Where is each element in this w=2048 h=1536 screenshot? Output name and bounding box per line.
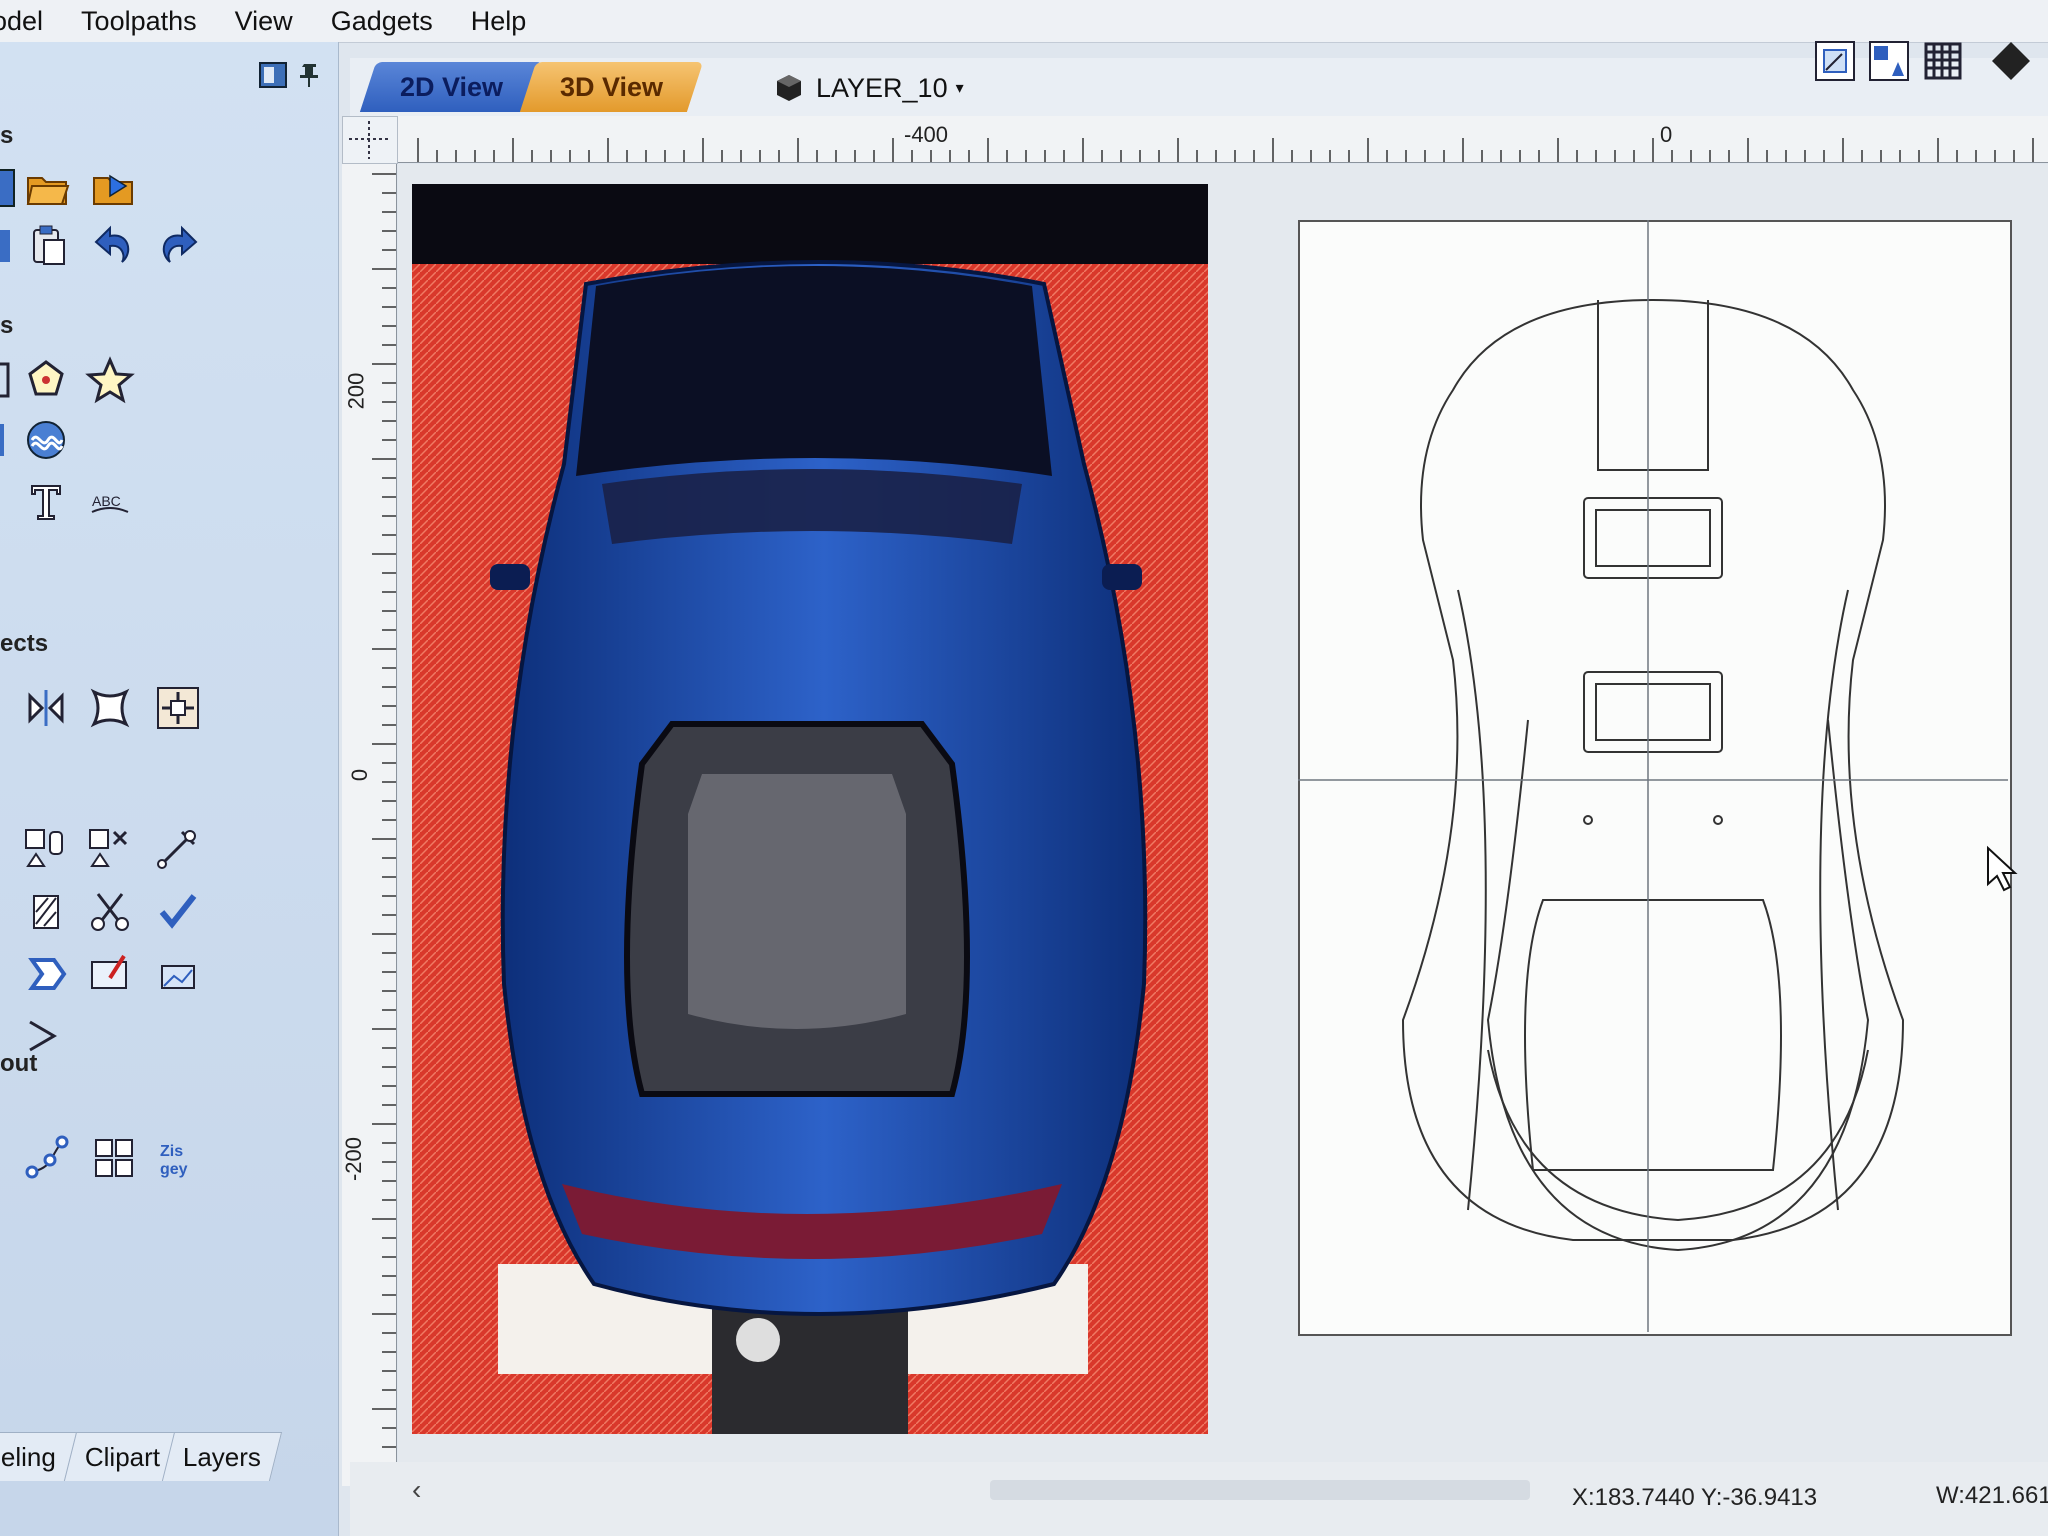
sketch-vector-icon[interactable] bbox=[84, 948, 136, 1000]
ruler-label-200: 200 bbox=[343, 372, 369, 410]
ruler-label-zero: 0 bbox=[1660, 122, 1673, 147]
svg-text:Zis: Zis bbox=[160, 1143, 183, 1160]
horizontal-scrollbar[interactable] bbox=[990, 1480, 1530, 1500]
svg-text:ABC: ABC bbox=[92, 493, 121, 509]
paste-icon[interactable] bbox=[22, 220, 74, 272]
horizontal-ruler[interactable]: -400 0 bbox=[398, 116, 2048, 163]
open-recent-icon[interactable] bbox=[88, 162, 140, 214]
draw-spiral-icon[interactable] bbox=[20, 414, 72, 466]
section-label-layout: out bbox=[0, 1050, 38, 1077]
zoom-extents-icon[interactable] bbox=[1812, 38, 1858, 84]
dock-panel-icon[interactable] bbox=[258, 60, 288, 90]
redo-icon[interactable] bbox=[152, 220, 204, 272]
text-on-curve-icon[interactable]: ABC bbox=[84, 476, 136, 528]
array-copy-icon[interactable] bbox=[88, 1132, 140, 1184]
ruler-label-minus-200: -200 bbox=[341, 1136, 367, 1182]
ruler-corner[interactable] bbox=[342, 116, 398, 164]
layer-name: LAYER_10 bbox=[816, 72, 948, 103]
group-objects-icon[interactable] bbox=[20, 822, 72, 874]
ruler-label-minus-400: -400 bbox=[904, 122, 949, 147]
offset-vector-icon[interactable] bbox=[20, 948, 72, 1000]
panel-header bbox=[0, 50, 338, 100]
node-editing-icon[interactable] bbox=[152, 822, 204, 874]
ruler-label-0: 0 bbox=[347, 768, 373, 782]
ruler-origin-icon bbox=[349, 121, 389, 159]
copy-along-vectors-icon[interactable] bbox=[20, 1132, 72, 1184]
section-label-file: s bbox=[0, 122, 14, 149]
open-file-icon[interactable] bbox=[22, 162, 74, 214]
mouse-cursor-icon bbox=[1987, 845, 2018, 892]
tab-3d-view[interactable]: 3D View bbox=[519, 62, 704, 112]
tab-layers[interactable]: Layers bbox=[161, 1432, 283, 1481]
view-layout-icon[interactable] bbox=[1866, 38, 1912, 84]
undo-icon[interactable] bbox=[88, 220, 140, 272]
vertical-ruler[interactable]: 200 0 -200 bbox=[341, 164, 397, 1486]
cursor-coordinates: X:183.7440 Y:-36.9413 bbox=[1572, 1484, 1818, 1511]
menu-view[interactable]: View bbox=[235, 6, 312, 37]
validate-vectors-icon[interactable] bbox=[152, 886, 204, 938]
menu-model[interactable]: odel bbox=[0, 6, 62, 37]
pin-icon[interactable] bbox=[298, 60, 322, 90]
snap-icon[interactable] bbox=[1988, 38, 2034, 84]
ruler-ticks bbox=[372, 173, 396, 1486]
scroll-left-arrow-icon[interactable]: ‹ bbox=[412, 1474, 421, 1506]
draw-text-icon[interactable] bbox=[20, 476, 72, 528]
selection-width: W:421.661 bbox=[1936, 1482, 2048, 1509]
chevron-down-icon: ▾ bbox=[955, 80, 964, 97]
view-toolbar bbox=[1800, 38, 2048, 98]
car-vector-outline[interactable] bbox=[1298, 220, 2008, 1332]
section-label-objects: ects bbox=[0, 630, 49, 657]
ungroup-objects-icon[interactable] bbox=[84, 822, 136, 874]
draw-polygon-icon[interactable] bbox=[20, 354, 72, 406]
trim-vectors-icon[interactable] bbox=[84, 886, 136, 938]
image-trace-icon[interactable] bbox=[152, 948, 204, 1000]
panel-tab-strip: eling Clipart Layers bbox=[0, 1432, 338, 1482]
svg-text:gey: gey bbox=[160, 1161, 188, 1178]
section-label-create: s bbox=[0, 312, 14, 339]
menu-toolpaths[interactable]: Toolpaths bbox=[81, 6, 216, 37]
menu-gadgets[interactable]: Gadgets bbox=[331, 6, 452, 37]
draw-star-icon[interactable] bbox=[84, 354, 136, 406]
view-tab-bar: 2D View 3D View LAYER_10 ▾ bbox=[350, 58, 2048, 116]
car-photo-image[interactable] bbox=[412, 184, 1208, 1434]
distort-icon[interactable] bbox=[84, 682, 136, 734]
mirror-icon[interactable] bbox=[20, 682, 72, 734]
grid-icon[interactable] bbox=[1920, 38, 1966, 84]
layer-cube-icon bbox=[777, 75, 801, 101]
menu-help[interactable]: Help bbox=[471, 6, 546, 37]
fill-pattern-icon[interactable] bbox=[20, 886, 72, 938]
move-object-icon[interactable] bbox=[152, 682, 204, 734]
tab-2d-view[interactable]: 2D View bbox=[359, 62, 544, 112]
nesting-icon[interactable]: Zis gey bbox=[152, 1132, 204, 1184]
menu-bar: odel Toolpaths View Gadgets Help bbox=[0, 0, 2048, 43]
tool-panel: s s ABC ects out Zis gey eling Clipart La… bbox=[0, 42, 339, 1536]
layer-dropdown[interactable]: LAYER_10 ▾ bbox=[774, 68, 964, 108]
status-bar: ‹ X:183.7440 Y:-36.9413 W:421.661 bbox=[350, 1462, 2048, 1536]
drawing-canvas[interactable] bbox=[398, 164, 2048, 1464]
ruler-ticks bbox=[417, 138, 2034, 162]
